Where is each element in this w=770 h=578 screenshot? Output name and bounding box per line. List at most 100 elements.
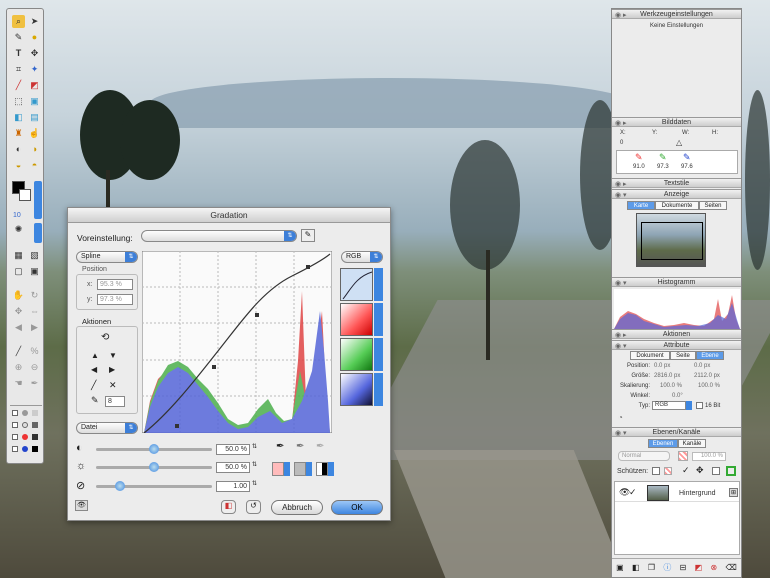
preset-select[interactable]: ⇅ xyxy=(141,230,297,242)
swatch-red[interactable] xyxy=(22,434,28,440)
adjust-layer-icon[interactable]: ◩ xyxy=(695,563,703,572)
black-eyedropper-icon[interactable]: ✒ xyxy=(276,441,284,452)
tab-channels[interactable]: Kanäle xyxy=(678,439,706,448)
layer-name[interactable]: Hintergrund xyxy=(679,490,716,497)
move-up-icon[interactable]: ▲ xyxy=(91,351,99,360)
line-tool-icon[interactable]: ╱ xyxy=(12,345,25,358)
layer-style-icon[interactable]: ⊗ xyxy=(710,563,717,572)
stamp-tool-icon[interactable]: ♜ xyxy=(12,127,25,140)
flip-icon[interactable]: ⇔ xyxy=(28,305,41,318)
histogram-header[interactable]: ◉ ▾ Histogramm xyxy=(612,277,741,287)
gray-eyedropper-icon[interactable]: ✒ xyxy=(296,441,304,452)
gray-point-menu[interactable] xyxy=(306,462,312,476)
hand-icon[interactable]: ☚ xyxy=(12,377,25,390)
color-menu-button[interactable] xyxy=(34,181,42,219)
scale-x-attr[interactable]: 100.0 % xyxy=(660,383,682,389)
layer-check-icon[interactable]: ✓ xyxy=(629,487,637,498)
lock-attr-icon[interactable]: ◔ xyxy=(618,413,623,422)
red-curve-menu[interactable] xyxy=(374,303,383,336)
dodge-tool-icon[interactable]: ◐ xyxy=(12,143,25,156)
type-select[interactable]: RGB xyxy=(652,401,686,410)
brush-shape-icon[interactable]: ✺ xyxy=(12,223,25,236)
zoom-out-icon[interactable]: ⊖ xyxy=(28,361,41,374)
swatch-checkbox[interactable] xyxy=(12,446,18,452)
gamma-slider[interactable] xyxy=(96,485,212,488)
swatch[interactable] xyxy=(32,410,38,416)
contrast-value[interactable]: 50.0 % xyxy=(216,444,250,455)
point-icon[interactable]: ✎ xyxy=(91,395,99,406)
position-y-field[interactable]: 97.3 % xyxy=(97,294,133,305)
eyedropper-icon[interactable]: ✒ xyxy=(28,377,41,390)
opacity-field[interactable]: 100.0 % xyxy=(692,452,726,461)
swatch[interactable] xyxy=(32,422,38,428)
16bit-checkbox[interactable] xyxy=(696,402,703,409)
gamma-value[interactable]: 1.00 xyxy=(216,481,250,492)
swatch-blue[interactable] xyxy=(22,446,28,452)
gray-point-swatch[interactable] xyxy=(294,462,306,476)
swatch-checkbox[interactable] xyxy=(12,422,18,428)
transform-tool-icon[interactable]: ✥ xyxy=(28,47,41,60)
tab-layer[interactable]: Ebene xyxy=(696,351,724,360)
layer-color-icon[interactable] xyxy=(726,466,736,476)
file-select[interactable]: Datei ⇅ xyxy=(76,422,138,434)
angle-attr[interactable]: 0.0° xyxy=(672,393,683,399)
brightness-value[interactable]: 50.0 % xyxy=(216,462,250,473)
fill-tool-icon[interactable]: ◧ xyxy=(12,111,25,124)
white-point-swatch[interactable] xyxy=(316,462,328,476)
rotate-icon[interactable]: ↻ xyxy=(28,289,41,302)
position-y-attr[interactable]: 0.0 px xyxy=(694,363,710,369)
screen-mode-icon[interactable]: ▢ xyxy=(12,265,25,278)
position-x-attr[interactable]: 0.0 px xyxy=(654,363,670,369)
blend-mode-select[interactable]: Normal xyxy=(618,451,670,461)
apply-icon[interactable]: ◧ xyxy=(221,500,236,514)
layer-row[interactable]: 👁 ✓ Hintergrund ⊞ xyxy=(615,484,739,502)
black-point-menu[interactable] xyxy=(284,462,290,476)
preview-icon[interactable]: 👁 xyxy=(75,500,88,511)
background-color[interactable] xyxy=(19,189,31,201)
text-tool-icon[interactable]: T xyxy=(12,47,25,60)
new-layer-icon[interactable]: ▣ xyxy=(616,563,624,572)
protect-position-icon[interactable]: ✥ xyxy=(696,465,704,476)
curve-graph[interactable] xyxy=(142,251,332,433)
protect-all-checkbox[interactable] xyxy=(712,467,720,475)
tab-documents[interactable]: Dokumente xyxy=(655,201,699,210)
move-right-icon[interactable]: ▶ xyxy=(109,365,115,374)
brush-menu-button[interactable] xyxy=(34,223,42,243)
swatch-checkbox[interactable] xyxy=(12,434,18,440)
magic-wand-icon[interactable]: ✦ xyxy=(28,63,41,76)
swatch[interactable] xyxy=(32,446,38,452)
tab-map[interactable]: Karte xyxy=(627,201,655,210)
position-x-field[interactable]: 95.3 % xyxy=(97,279,133,290)
black-point-swatch[interactable] xyxy=(272,462,284,476)
smudge-tool-icon[interactable]: ☝ xyxy=(28,127,41,140)
tab-document[interactable]: Dokument xyxy=(630,351,670,360)
fullscreen-mode-icon[interactable]: ▣ xyxy=(28,265,41,278)
navigator-thumbnail[interactable] xyxy=(636,213,706,267)
rgb-curve-menu[interactable] xyxy=(374,268,383,301)
delete-layer-icon[interactable]: ⌫ xyxy=(725,563,736,572)
reset-icon[interactable]: ⟲ xyxy=(101,332,109,343)
layer-effects-icon[interactable]: ⓘ xyxy=(663,562,671,573)
mode-select[interactable]: Spline ⇅ xyxy=(76,251,138,263)
white-eyedropper-icon[interactable]: ✒ xyxy=(316,441,324,452)
blue-curve-thumb[interactable] xyxy=(340,373,373,406)
layers-header[interactable]: ◉ ▾ Ebenen/Kanäle xyxy=(612,427,741,437)
layer-mask-icon[interactable]: ◧ xyxy=(632,563,640,572)
scale-icon[interactable]: ◀ xyxy=(12,321,25,334)
move-left-icon[interactable]: ◀ xyxy=(91,365,97,374)
view-mode-icon[interactable]: ▦ xyxy=(12,249,25,262)
brightness-slider-thumb[interactable] xyxy=(149,462,159,472)
duplicate-layer-icon[interactable]: ❐ xyxy=(648,563,655,572)
type-select-arrow[interactable] xyxy=(686,401,692,410)
rgb-curve-thumb[interactable] xyxy=(340,268,373,301)
cancel-button[interactable]: Abbruch xyxy=(271,500,323,515)
size-h-attr[interactable]: 2112.0 px xyxy=(694,373,720,379)
zoom-in-icon[interactable]: ⊕ xyxy=(12,361,25,374)
undo-icon[interactable]: ↺ xyxy=(246,500,261,514)
save-preset-icon[interactable]: ✎ xyxy=(301,229,315,242)
gradient-tool-icon[interactable]: ▤ xyxy=(28,111,41,124)
display-header[interactable]: ◉ ▾ Anzeige xyxy=(612,189,741,199)
move-icon[interactable]: ✥ xyxy=(12,305,25,318)
scale-y-attr[interactable]: 100.0 % xyxy=(698,383,720,389)
text-styles-header[interactable]: ◉ ▸ Textstile xyxy=(612,178,741,188)
